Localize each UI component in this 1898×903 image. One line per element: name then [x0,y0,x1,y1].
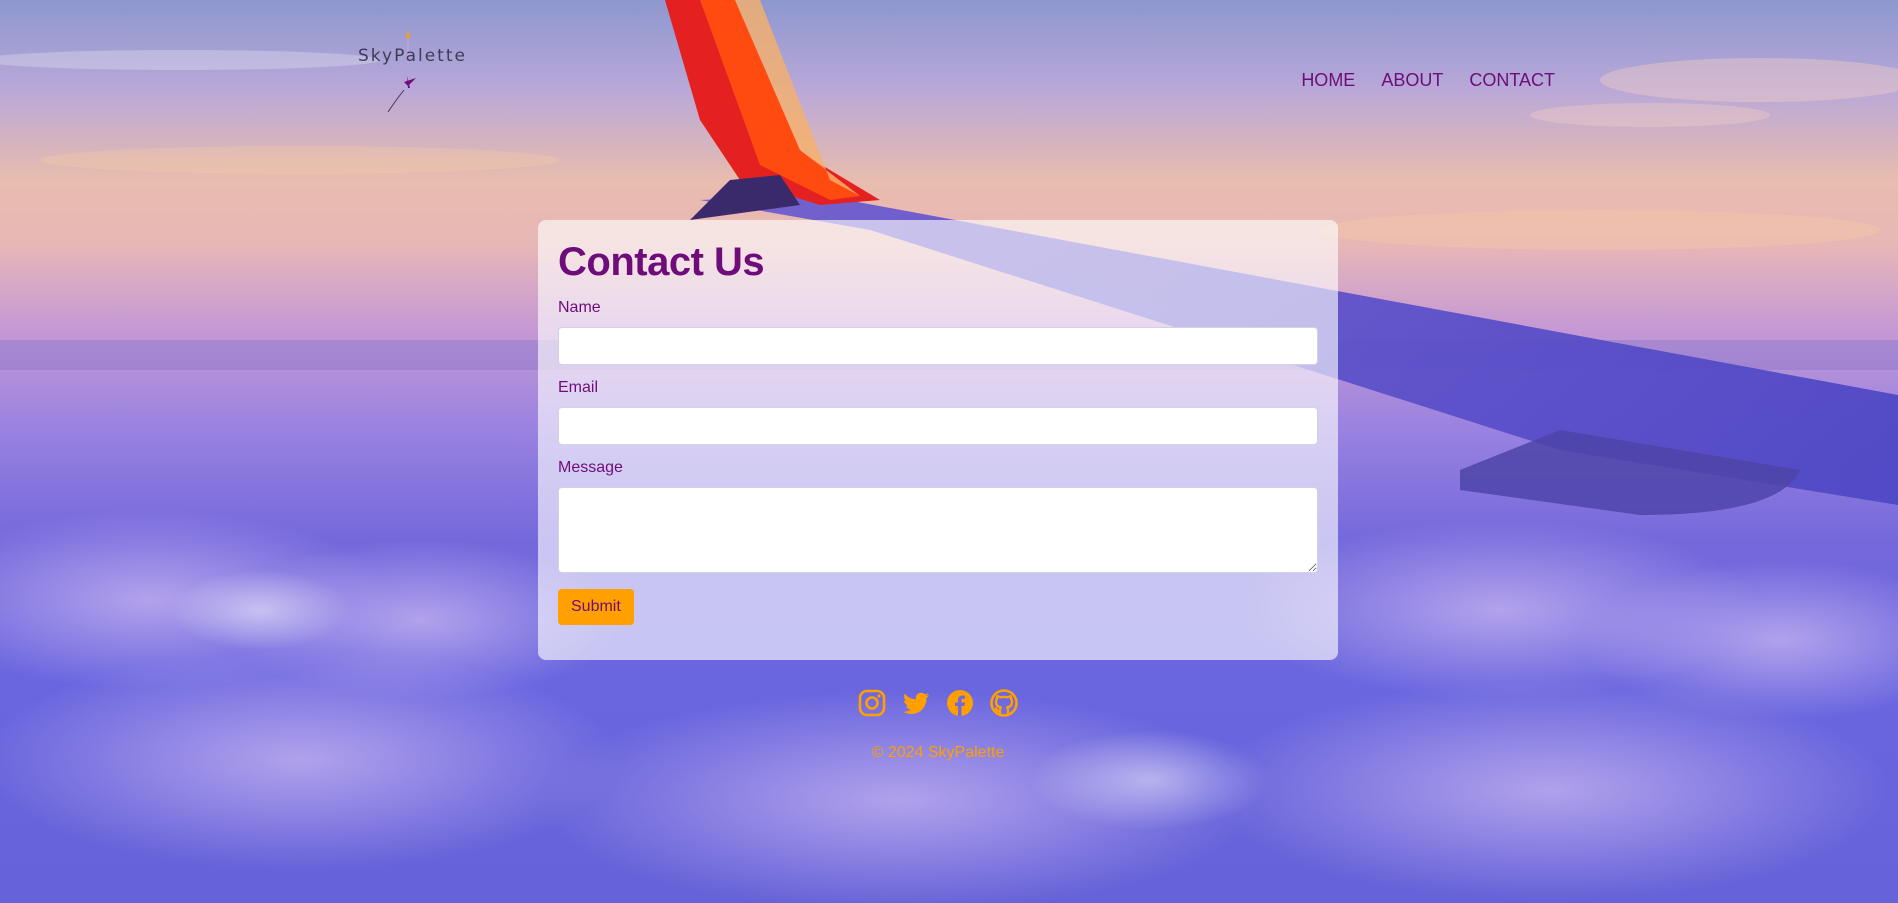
nav-about[interactable]: ABOUT [1381,70,1443,91]
email-input[interactable] [558,407,1318,445]
name-label: Name [558,299,601,316]
main-nav: HOME ABOUT CONTACT [1301,70,1555,91]
instagram-icon[interactable] [857,688,887,718]
brand-logo[interactable]: SkyPalette [352,26,465,116]
twitter-icon[interactable] [901,688,931,718]
message-textarea[interactable] [558,487,1318,573]
social-links [857,688,1019,718]
copyright-text: © 2024 SkyPalette [871,744,1005,761]
facebook-icon[interactable] [945,688,975,718]
contact-card: Contact Us Name Email Message Submit [538,220,1338,660]
message-label: Message [558,459,623,476]
email-label: Email [558,379,599,396]
page: SkyPalette HOME ABOUT CONTACT Contact Us… [0,0,1898,903]
submit-button[interactable]: Submit [558,589,634,625]
github-icon[interactable] [989,688,1019,718]
nav-home[interactable]: HOME [1301,70,1355,91]
page-title: Contact Us [558,240,765,284]
brand-name: SkyPalette [358,46,467,66]
name-input[interactable] [558,327,1318,365]
nav-contact[interactable]: CONTACT [1469,70,1555,91]
sun-icon [387,30,416,113]
